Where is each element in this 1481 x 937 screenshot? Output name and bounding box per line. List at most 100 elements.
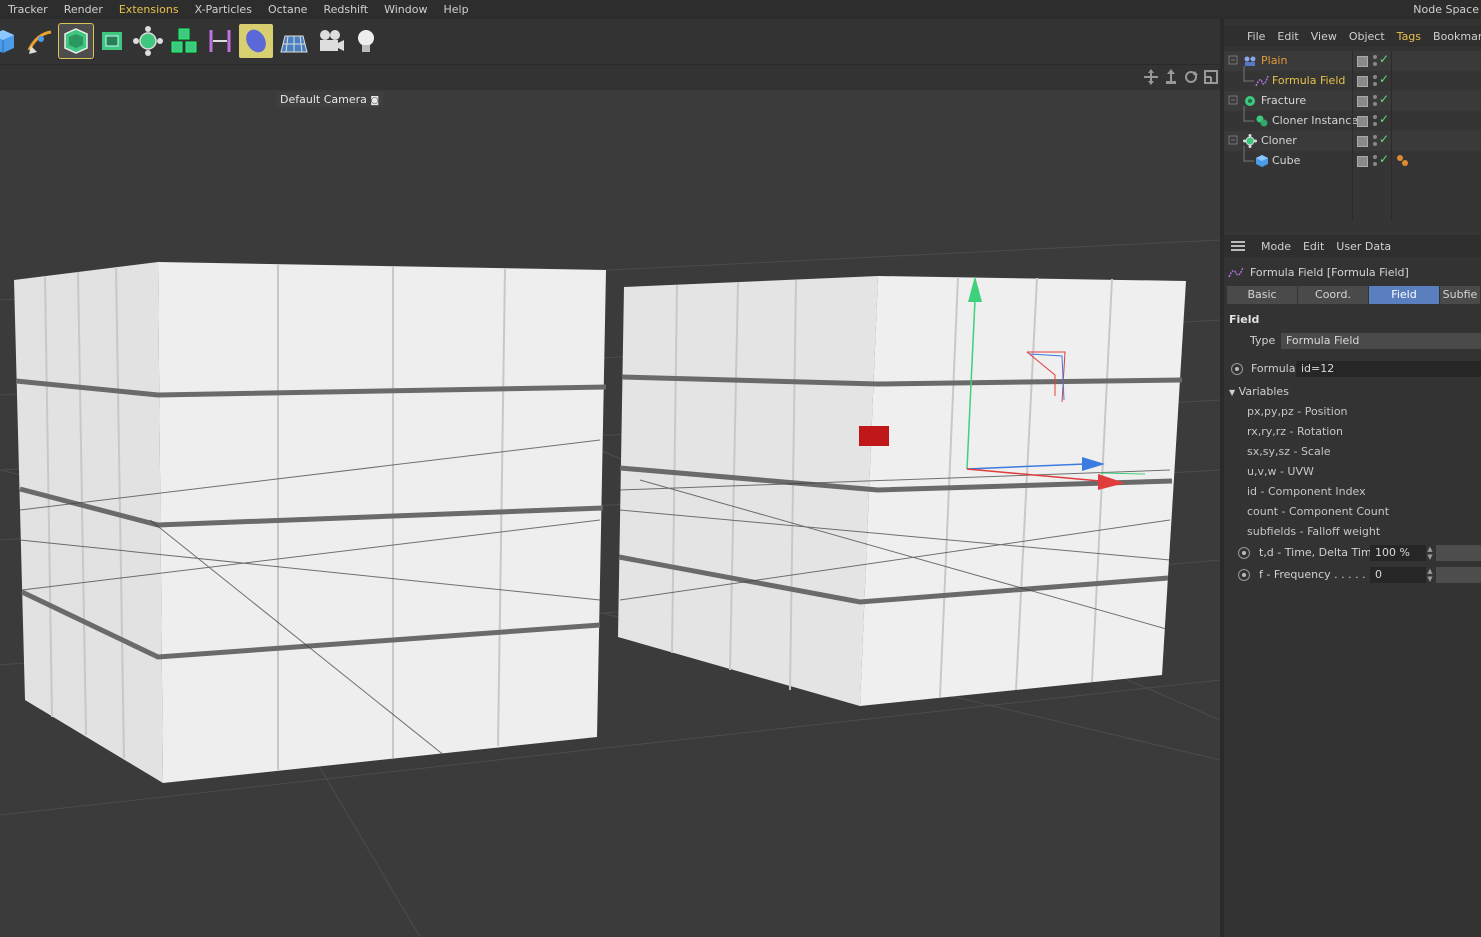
floor-tool-button[interactable]	[277, 24, 311, 58]
floor-icon	[280, 35, 308, 53]
enabled-check[interactable]: ✓	[1379, 52, 1389, 66]
formula-input[interactable]: id=12	[1296, 361, 1481, 377]
tree-lines	[1228, 55, 1254, 162]
time-input[interactable]: 100 %	[1370, 545, 1426, 561]
object-name[interactable]: Formula Field	[1272, 74, 1345, 87]
node-space-label[interactable]: Node Space	[1413, 0, 1481, 19]
camera-label[interactable]: Default Camera ◙	[276, 92, 384, 107]
editor-toggle[interactable]	[1357, 116, 1368, 127]
menu-extensions[interactable]: Extensions	[111, 0, 187, 19]
object-name[interactable]: Cloner	[1261, 134, 1297, 147]
enabled-check[interactable]: ✓	[1379, 72, 1389, 86]
om-menu-file[interactable]: File	[1241, 30, 1271, 43]
frequency-slider[interactable]	[1436, 567, 1481, 583]
visibility-dots[interactable]	[1373, 74, 1377, 88]
visibility-dots[interactable]	[1373, 134, 1377, 148]
tab-field[interactable]: Field	[1369, 286, 1439, 304]
om-menu-object[interactable]: Object	[1343, 30, 1391, 43]
viewport-header	[0, 65, 1222, 90]
subdivision-tool-button[interactable]	[95, 24, 129, 58]
tab-basic[interactable]: Basic	[1227, 286, 1297, 304]
generator-tool-button[interactable]	[58, 23, 94, 59]
variable-description: u,v,w - UVW	[1247, 465, 1314, 478]
menu-redshift[interactable]: Redshift	[315, 0, 376, 19]
hamburger-menu-icon[interactable]	[1231, 241, 1245, 251]
editor-toggle[interactable]	[1357, 56, 1368, 67]
editor-toggle[interactable]	[1357, 136, 1368, 147]
time-label: t,d - Time, Delta Time	[1259, 546, 1379, 559]
formula-animate-radio[interactable]	[1231, 363, 1243, 375]
menu-render[interactable]: Render	[56, 0, 111, 19]
menu-x-particles[interactable]: X-Particles	[187, 0, 260, 19]
light-tool-button[interactable]	[349, 24, 383, 58]
om-menu-bookmarks[interactable]: Bookmar	[1427, 30, 1481, 43]
frequency-animate-radio[interactable]	[1238, 569, 1250, 581]
time-stepper-icon[interactable]: ▲ ▼	[1426, 545, 1434, 561]
frequency-stepper-icon[interactable]: ▲ ▼	[1426, 567, 1434, 583]
main-toolbar	[0, 19, 1222, 65]
maximize-view-icon[interactable]	[1203, 69, 1219, 85]
enabled-check[interactable]: ✓	[1379, 132, 1389, 146]
light-icon	[358, 30, 374, 52]
camera-label-text: Default Camera	[280, 93, 367, 106]
editor-toggle[interactable]	[1357, 156, 1368, 167]
menu-octane[interactable]: Octane	[260, 0, 316, 19]
frequency-label: f - Frequency . . . . . .	[1259, 568, 1373, 581]
menu-tracker[interactable]: Tracker	[0, 0, 56, 19]
am-menu-user-data[interactable]: User Data	[1330, 240, 1397, 253]
generator-icon	[64, 28, 88, 54]
type-dropdown[interactable]: Formula Field	[1281, 333, 1481, 349]
tab-coord[interactable]: Coord.	[1298, 286, 1368, 304]
object-name[interactable]: Fracture	[1261, 94, 1306, 107]
visibility-dots[interactable]	[1373, 114, 1377, 128]
camera-tool-button[interactable]	[313, 24, 347, 58]
variables-label: Variables	[1238, 385, 1289, 398]
enabled-check[interactable]: ✓	[1379, 152, 1389, 166]
zoom-view-icon[interactable]	[1163, 69, 1179, 85]
3d-viewport[interactable]: Default Camera ◙	[0, 90, 1220, 937]
object-name[interactable]: Plain	[1261, 54, 1287, 67]
variables-group-toggle[interactable]: ▼ Variables	[1229, 385, 1289, 398]
editor-toggle[interactable]	[1357, 96, 1368, 107]
enabled-check[interactable]: ✓	[1379, 92, 1389, 106]
section-heading: Field	[1229, 313, 1260, 326]
cloner-tool-button[interactable]	[131, 24, 165, 58]
time-slider[interactable]	[1436, 545, 1481, 561]
attribute-tabs: Basic Coord. Field Subfie	[1227, 286, 1481, 304]
bend-tool-button[interactable]	[203, 24, 237, 58]
attribute-title-text: Formula Field [Formula Field]	[1250, 265, 1409, 279]
frequency-input[interactable]: 0	[1370, 567, 1426, 583]
menu-help[interactable]: Help	[435, 0, 476, 19]
visibility-dots[interactable]	[1373, 54, 1377, 68]
object-name[interactable]: Cloner Instance	[1272, 114, 1358, 127]
viewport-scene	[0, 239, 1220, 937]
pen-tool-button[interactable]	[23, 24, 57, 58]
variable-description: subfields - Falloff weight	[1247, 525, 1381, 538]
cinema4d-window: Tracker Render Extensions X-Particles Oc…	[0, 0, 1481, 937]
am-menu-mode[interactable]: Mode	[1255, 240, 1297, 253]
field-icon	[246, 29, 266, 53]
array-tool-button[interactable]	[167, 24, 201, 58]
selected-red-cube[interactable]	[859, 426, 889, 446]
visibility-dots[interactable]	[1373, 94, 1377, 108]
move-view-icon[interactable]	[1143, 69, 1159, 85]
menu-window[interactable]: Window	[376, 0, 435, 19]
subdivision-icon	[102, 32, 122, 50]
attribute-title: Formula Field [Formula Field]	[1224, 262, 1481, 282]
time-animate-radio[interactable]	[1238, 547, 1250, 559]
cube-tool-button[interactable]	[0, 24, 20, 58]
formula-label: Formula	[1251, 362, 1296, 375]
field-tool-button[interactable]	[239, 24, 273, 58]
editor-toggle[interactable]	[1357, 76, 1368, 87]
material-tag-icon[interactable]	[1396, 154, 1410, 168]
om-menu-edit[interactable]: Edit	[1271, 30, 1304, 43]
visibility-dots[interactable]	[1373, 154, 1377, 168]
array-icon	[171, 28, 197, 53]
object-name[interactable]: Cube	[1272, 154, 1300, 167]
tab-subfields[interactable]: Subfie	[1440, 286, 1480, 304]
om-menu-tags[interactable]: Tags	[1391, 30, 1427, 43]
om-menu-view[interactable]: View	[1305, 30, 1343, 43]
rotate-view-icon[interactable]	[1183, 69, 1199, 85]
am-menu-edit[interactable]: Edit	[1297, 240, 1330, 253]
enabled-check[interactable]: ✓	[1379, 112, 1389, 126]
